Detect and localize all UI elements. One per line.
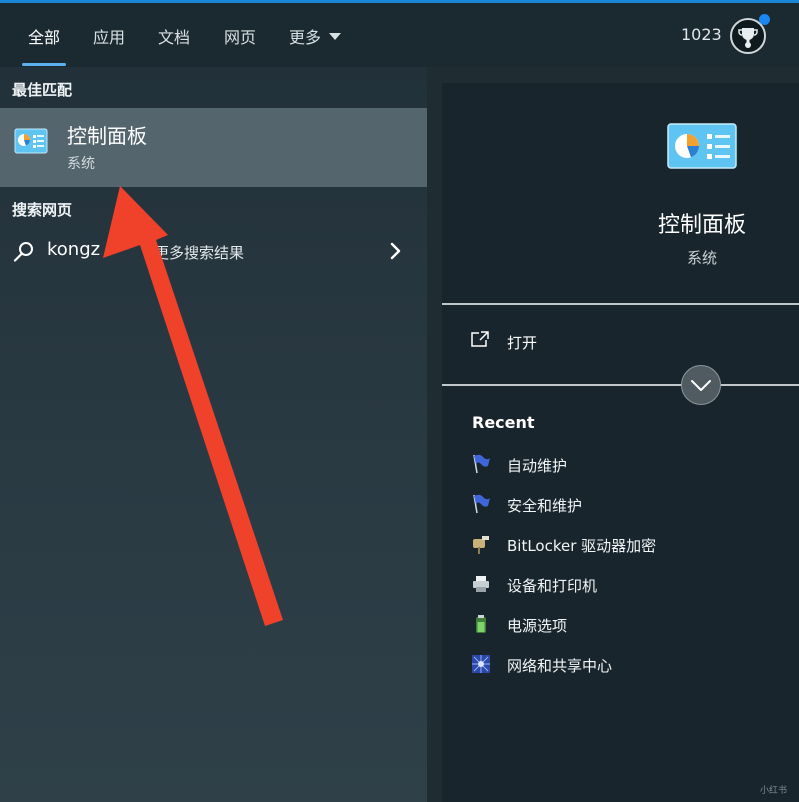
control-panel-icon bbox=[667, 123, 737, 169]
recent-item[interactable]: BitLocker 驱动器加密 bbox=[470, 533, 770, 557]
flag-icon bbox=[473, 494, 490, 514]
recent-item[interactable]: 电源选项 bbox=[470, 613, 770, 637]
tab-more-label: 更多 bbox=[289, 28, 322, 47]
preview-pane: 控制面板 系统 打开 Recent 自动维护 安全和维护 BitLocker 驱… bbox=[442, 83, 799, 802]
recent-item[interactable]: 安全和维护 bbox=[470, 493, 770, 517]
preview-title: 控制面板 bbox=[657, 213, 746, 238]
web-search-result[interactable]: kongz 更多搜索结果 bbox=[0, 227, 427, 277]
preview-subtitle: 系统 bbox=[686, 249, 717, 267]
notification-dot bbox=[759, 14, 770, 25]
search-icon bbox=[13, 242, 33, 262]
recent-heading: Recent bbox=[472, 413, 535, 432]
recent-item-label: 设备和打印机 bbox=[507, 577, 598, 595]
chevron-down-icon bbox=[691, 380, 711, 391]
tab-documents[interactable]: 文档 bbox=[158, 24, 190, 48]
recent-item-label: 电源选项 bbox=[507, 617, 568, 635]
best-match-subtitle: 系统 bbox=[67, 156, 95, 172]
tab-all[interactable]: 全部 bbox=[28, 24, 60, 48]
search-web-heading: 搜索网页 bbox=[12, 201, 73, 219]
open-external-icon bbox=[471, 331, 489, 347]
watermark: 小红书 bbox=[760, 786, 788, 796]
tab-apps[interactable]: 应用 bbox=[93, 24, 125, 48]
search-filter-bar: 全部 应用 文档 网页 更多 1023 bbox=[0, 3, 799, 67]
rewards-trophy-icon[interactable] bbox=[730, 14, 770, 54]
web-search-query: kongz bbox=[47, 239, 101, 260]
best-match-title: 控制面板 bbox=[67, 124, 147, 148]
bitlocker-key-icon bbox=[473, 536, 489, 554]
recent-item[interactable]: 网络和共享中心 bbox=[470, 653, 770, 677]
rewards-points: 1023 bbox=[681, 25, 722, 44]
network-icon bbox=[472, 655, 490, 673]
divider bbox=[442, 303, 799, 305]
printer-icon bbox=[473, 576, 489, 592]
expand-button[interactable] bbox=[681, 365, 721, 405]
flag-icon bbox=[473, 454, 490, 474]
recent-item[interactable]: 自动维护 bbox=[470, 453, 770, 477]
recent-item-label: 自动维护 bbox=[507, 457, 568, 475]
recent-item-label: BitLocker 驱动器加密 bbox=[507, 537, 657, 555]
divider bbox=[442, 384, 799, 386]
results-pane: 最佳匹配 控制面板 系统 搜索网页 kongz 更多搜索结果 bbox=[0, 67, 427, 802]
control-panel-icon bbox=[14, 128, 48, 154]
web-search-suffix: 更多搜索结果 bbox=[154, 244, 245, 262]
battery-icon bbox=[476, 615, 486, 633]
recent-item-label: 安全和维护 bbox=[507, 497, 583, 515]
recent-item[interactable]: 设备和打印机 bbox=[470, 573, 770, 597]
open-action[interactable]: 打开 bbox=[470, 328, 670, 356]
active-tab-indicator bbox=[22, 63, 66, 66]
open-label: 打开 bbox=[507, 334, 538, 352]
chevron-right-icon bbox=[390, 242, 401, 260]
tab-more[interactable]: 更多 bbox=[289, 24, 342, 48]
caret-down-icon bbox=[329, 33, 342, 40]
recent-item-label: 网络和共享中心 bbox=[507, 657, 613, 675]
best-match-result[interactable]: 控制面板 系统 bbox=[0, 108, 427, 187]
tab-web[interactable]: 网页 bbox=[224, 24, 256, 48]
best-match-heading: 最佳匹配 bbox=[12, 81, 73, 99]
